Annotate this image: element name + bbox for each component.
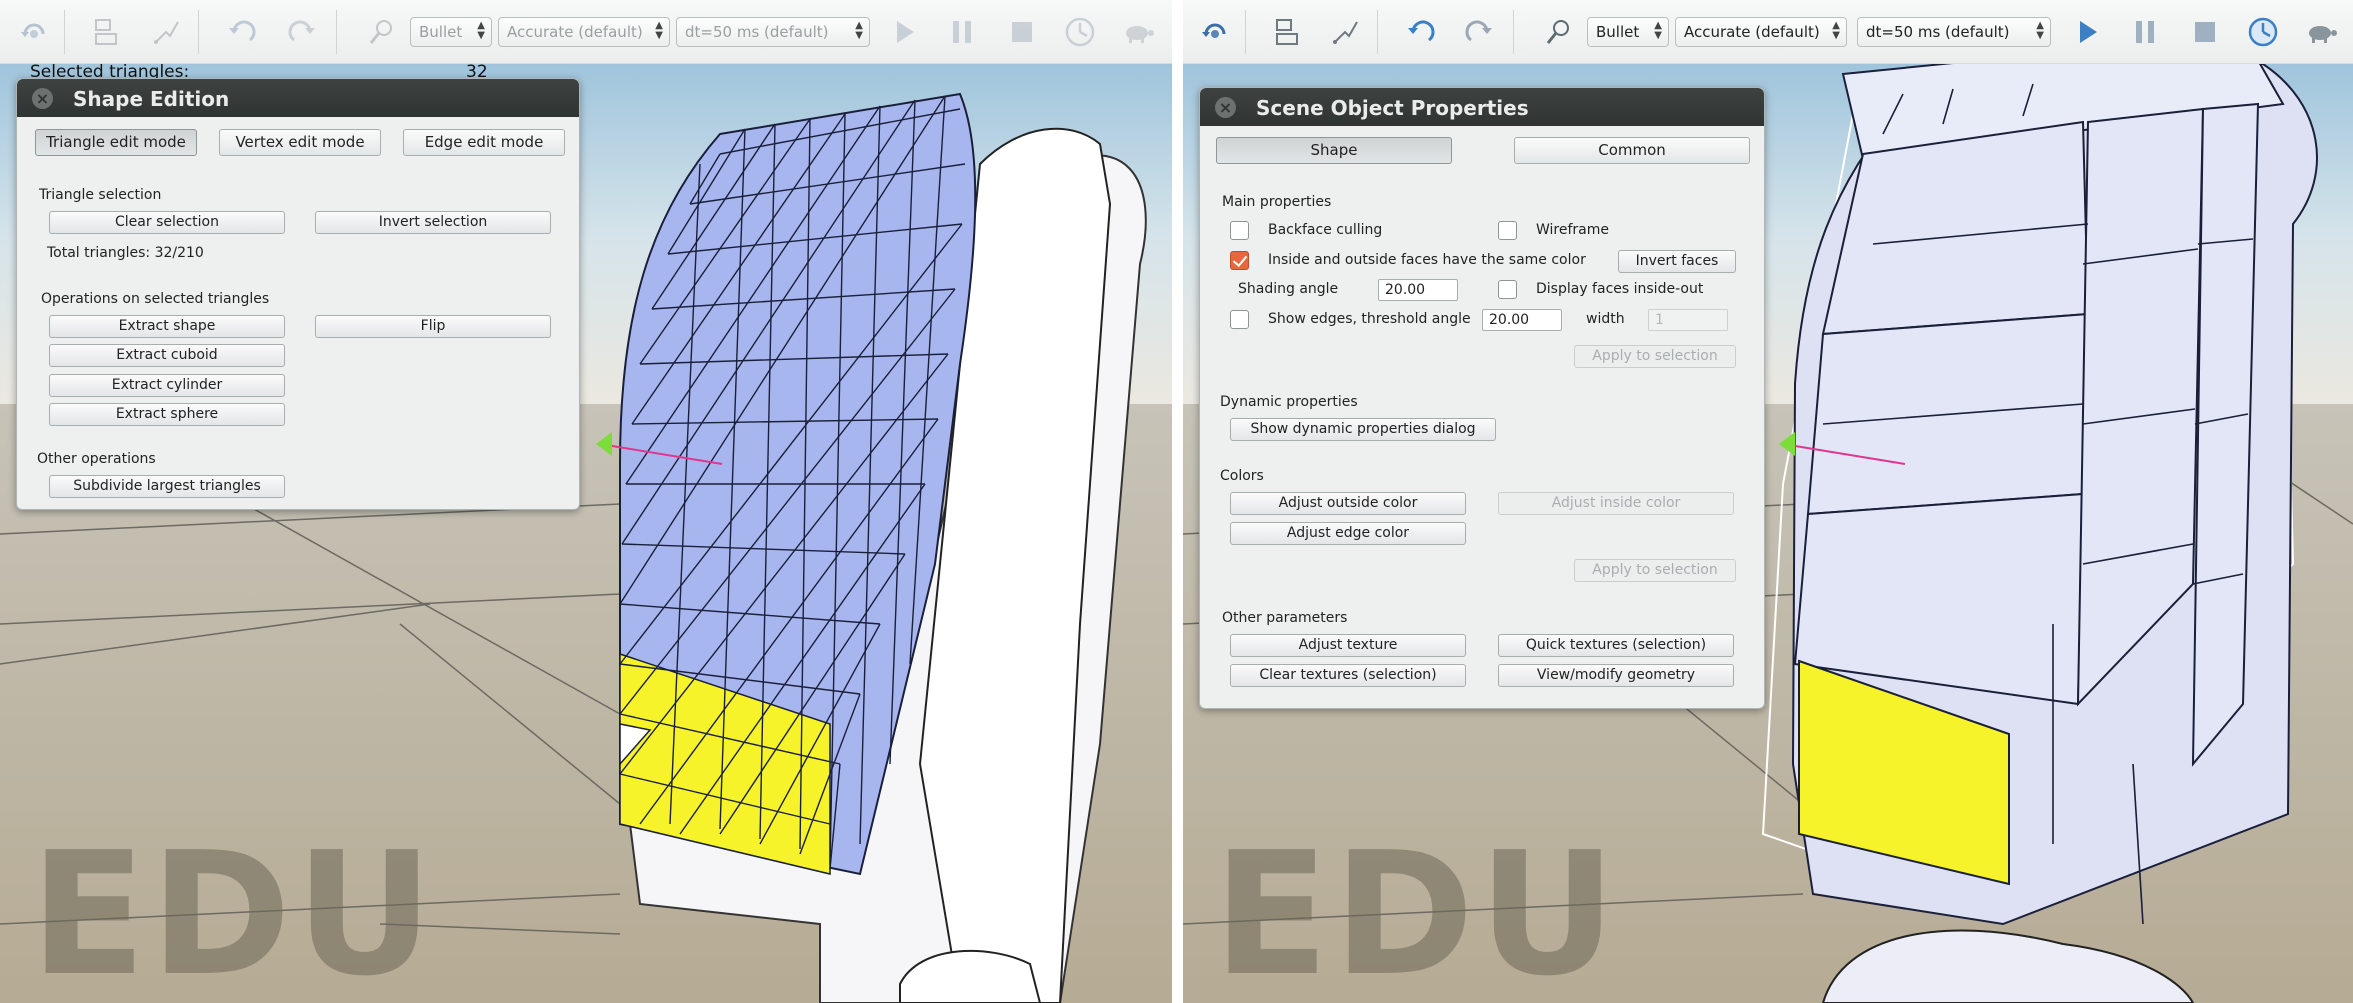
show-edges-label: Show edges, threshold angle [1268,311,1471,327]
dialog-titlebar: × Scene Object Properties [1200,88,1764,126]
tab-common[interactable]: Common [1514,137,1750,164]
undo-icon[interactable] [222,12,262,52]
edu-watermark: EDU [1213,816,1621,1003]
pause-icon[interactable] [2125,12,2165,52]
timestep-select[interactable]: dt=50 ms (default) ▲ ▼ [1857,17,2051,47]
timestep-select[interactable]: dt=50 ms (default) ▲ ▼ [676,17,870,47]
view-modify-geometry-button[interactable]: View/modify geometry [1498,664,1734,687]
main-toolbar: Bullet ▲ ▼ Accurate (default) ▲ ▼ dt=50 ms (… [1183,0,2353,64]
colors-heading: Colors [1220,468,1264,484]
backface-culling-checkbox[interactable] [1230,221,1249,240]
pane-divider [1172,0,1183,1003]
extract-cuboid-button[interactable]: Extract cuboid [49,344,285,367]
clear-textures-button[interactable]: Clear textures (selection) [1230,664,1466,687]
undo-icon[interactable] [1401,12,1441,52]
adjust-texture-button[interactable]: Adjust texture [1230,634,1466,657]
display-inside-out-checkbox[interactable] [1498,280,1517,299]
edge-edit-mode-button[interactable]: Edge edit mode [403,129,565,156]
camera-rotate-icon[interactable] [1195,12,1235,52]
same-color-checkbox[interactable] [1230,251,1249,270]
object-rotate-icon[interactable] [1325,12,1365,52]
wireframe-checkbox[interactable] [1498,221,1517,240]
scene-object-properties-dialog: × Scene Object Properties Shape Common M… [1199,87,1765,709]
play-icon[interactable] [884,12,924,52]
redo-icon[interactable] [282,12,322,52]
edge-width-label: width [1586,311,1625,327]
shape-edition-dialog: × Shape Edition Triangle edit mode Verte… [16,78,580,510]
dynamic-content-visualization-icon[interactable] [362,12,402,52]
right-viewport-pane: Bullet ▲ ▼ Accurate (default) ▲ ▼ dt=50 ms (… [1183,0,2353,1003]
total-triangles-label: Total triangles: 32/210 [47,245,204,261]
object-shift-icon[interactable] [1267,12,1307,52]
flip-button[interactable]: Flip [315,315,551,338]
camera-rotate-icon[interactable] [14,12,54,52]
slow-down-turtle-icon[interactable] [1118,12,1158,52]
adjust-outside-color-button[interactable]: Adjust outside color [1230,492,1466,515]
tab-shape[interactable]: Shape [1216,137,1452,164]
adjust-edge-color-button[interactable]: Adjust edge color [1230,522,1466,545]
physics-engine-select[interactable]: Bullet ▲ ▼ [1587,17,1669,47]
quick-textures-button[interactable]: Quick textures (selection) [1498,634,1734,657]
show-dynamic-properties-button[interactable]: Show dynamic properties dialog [1230,418,1496,441]
extract-shape-button[interactable]: Extract shape [49,315,285,338]
engine-accuracy-select[interactable]: Accurate (default) ▲ ▼ [1675,17,1847,47]
stop-icon[interactable] [1002,12,1042,52]
other-operations-heading: Other operations [37,451,156,467]
redo-icon[interactable] [1459,12,1499,52]
adjust-inside-color-button[interactable]: Adjust inside color [1498,492,1734,515]
main-properties-heading: Main properties [1222,194,1332,210]
wireframe-label: Wireframe [1536,222,1610,238]
invert-selection-button[interactable]: Invert selection [315,211,551,234]
shading-angle-input[interactable]: 20.00 [1378,279,1458,301]
vertex-edit-mode-button[interactable]: Vertex edit mode [219,129,381,156]
edge-width-input[interactable]: 1 [1648,309,1728,331]
dialog-titlebar: × Shape Edition [17,79,579,117]
operations-heading: Operations on selected triangles [41,291,270,307]
shading-angle-label: Shading angle [1238,281,1339,297]
show-edges-checkbox[interactable] [1230,310,1249,329]
triangle-selection-heading: Triangle selection [39,187,162,203]
main-toolbar: Bullet ▲ ▼ Accurate (default) ▲ ▼ dt=50 ms (… [0,0,1172,64]
dynamic-content-visualization-icon[interactable] [1539,12,1579,52]
realtime-clock-icon[interactable] [1060,12,1100,52]
close-icon[interactable]: × [1215,97,1236,118]
apply-main-to-selection-button[interactable]: Apply to selection [1574,345,1736,368]
dynamic-properties-heading: Dynamic properties [1220,394,1358,410]
left-viewport-pane: Bullet ▲ ▼ Accurate (default) ▲ ▼ dt=50 ms (… [0,0,1172,1003]
object-rotate-icon[interactable] [146,12,186,52]
apply-colors-to-selection-button[interactable]: Apply to selection [1574,559,1736,582]
physics-engine-select[interactable]: Bullet ▲ ▼ [410,17,492,47]
slow-down-turtle-icon[interactable] [2301,12,2341,52]
play-icon[interactable] [2067,12,2107,52]
dialog-title: Shape Edition [73,87,230,111]
stop-icon[interactable] [2185,12,2225,52]
dialog-title: Scene Object Properties [1256,96,1529,120]
edu-watermark: EDU [30,816,438,1003]
close-icon[interactable]: × [32,88,53,109]
extract-sphere-button[interactable]: Extract sphere [49,403,285,426]
threshold-angle-input[interactable]: 20.00 [1482,309,1562,331]
pause-icon[interactable] [942,12,982,52]
same-color-label: Inside and outside faces have the same c… [1268,252,1586,268]
other-parameters-heading: Other parameters [1222,610,1348,626]
backface-culling-label: Backface culling [1268,222,1383,238]
engine-accuracy-select[interactable]: Accurate (default) ▲ ▼ [498,17,670,47]
display-inside-out-label: Display faces inside-out [1536,281,1704,297]
triangle-edit-mode-button[interactable]: Triangle edit mode [35,129,197,156]
object-shift-icon[interactable] [86,12,126,52]
realtime-clock-icon[interactable] [2243,12,2283,52]
extract-cylinder-button[interactable]: Extract cylinder [49,374,285,397]
invert-faces-button[interactable]: Invert faces [1618,250,1736,273]
subdivide-triangles-button[interactable]: Subdivide largest triangles [49,475,285,498]
clear-selection-button[interactable]: Clear selection [49,211,285,234]
